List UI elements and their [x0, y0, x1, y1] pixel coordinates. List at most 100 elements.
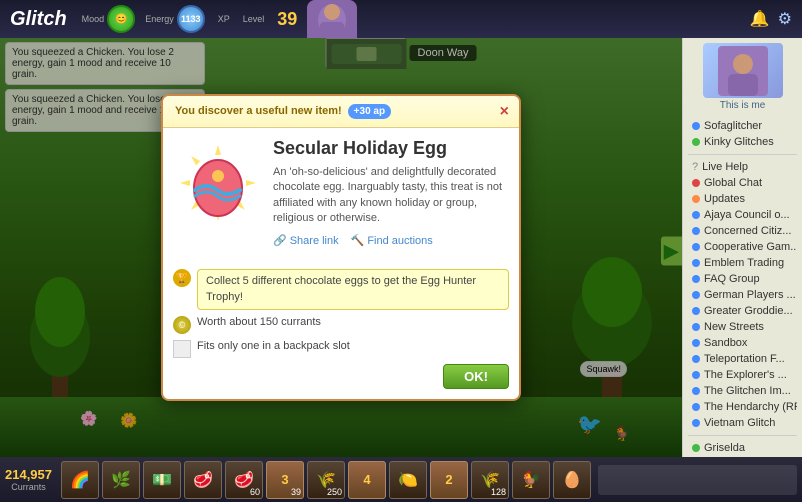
hendarchy-label: The Hendarchy (RP) [704, 401, 797, 413]
dot-german [692, 291, 700, 299]
inventory-slot-8[interactable]: 🍋 [389, 461, 427, 499]
app-logo[interactable]: Glitch [0, 8, 77, 31]
inventory-slot-11[interactable]: 🐓 [512, 461, 550, 499]
currency-label: Currants [5, 482, 52, 492]
inventory-slot-10[interactable]: 🌾 128 [471, 461, 509, 499]
item-discovery-modal: You discover a useful new item! +30 ap × [161, 94, 521, 401]
sidebar-item-faq[interactable]: FAQ Group [688, 271, 797, 287]
trophy-text: Collect 5 different chocolate eggs to ge… [197, 269, 509, 310]
sidebar-item-griselda[interactable]: Griselda [688, 440, 797, 456]
sidebar-item-glitchen[interactable]: The Glitchen Im... [688, 383, 797, 399]
sidebar-divider-1 [688, 154, 797, 155]
vietnam-label: Vietnam Glitch [704, 417, 775, 429]
mood-stat: Mood 😊 [82, 5, 136, 33]
find-auctions-button[interactable]: 🔨 Find auctions [351, 234, 433, 247]
avatar-svg [718, 46, 768, 96]
modal-footer: 🏆 Collect 5 different chocolate eggs to … [163, 263, 519, 399]
slot-icon-1: 🌿 [111, 470, 131, 490]
bottombar: 214,957 Currants 🌈 🌿 💵 🥩 🥩 60 3 39 🌾 250… [0, 457, 802, 502]
dot-sofaglitcher [692, 122, 700, 130]
sidebar-item-vietnam[interactable]: Vietnam Glitch [688, 415, 797, 431]
sidebar-item-german[interactable]: German Players ... [688, 287, 797, 303]
share-links: 🔗 Share link 🔨 Find auctions [273, 234, 509, 247]
modal-header: You discover a useful new item! +30 ap [163, 96, 519, 128]
explorer-label: The Explorer's ... [704, 369, 787, 381]
notification-icon[interactable]: 🔔 [750, 9, 770, 29]
sidebar-item-kinky-glitches[interactable]: Kinky Glitches [688, 134, 797, 150]
dot-teleportation [692, 355, 700, 363]
sidebar-item-concerned[interactable]: Concerned Citiz... [688, 223, 797, 239]
sidebar-item-sofaglitcher[interactable]: Sofaglitcher [688, 118, 797, 134]
dot-updates [692, 195, 700, 203]
sidebar-item-global-chat[interactable]: Global Chat [688, 175, 797, 191]
level-value: 39 [277, 9, 297, 30]
dot-emblem [692, 259, 700, 267]
energy-value: 1133 [181, 14, 201, 24]
auction-icon: 🔨 [351, 234, 365, 247]
discovery-text: You discover a useful new item! [175, 105, 342, 117]
inventory-slot-7[interactable]: 4 [348, 461, 386, 499]
worth-row: © Worth about 150 currants [173, 316, 509, 334]
share-link-button[interactable]: 🔗 Share link [273, 234, 339, 247]
egg-image [173, 138, 263, 228]
inventory-slot-4[interactable]: 🥩 60 [225, 461, 263, 499]
inventory-slot-12[interactable]: 🥚 [553, 461, 591, 499]
inventory-slot-3[interactable]: 🥩 [184, 461, 222, 499]
dot-kinky [692, 138, 700, 146]
xp-label: XP [218, 14, 230, 24]
slot-icon-0: 🌈 [70, 470, 90, 490]
dot-global [692, 179, 700, 187]
mood-label: Mood [82, 14, 105, 24]
fits-text: Fits only one in a backpack slot [197, 340, 350, 352]
dot-hendarchy [692, 403, 700, 411]
live-help-label: Live Help [702, 161, 748, 173]
mood-icon: 😊 [107, 5, 135, 33]
contacts-section: Sofaglitcher Kinky Glitches ? Live Help … [683, 116, 802, 502]
slot-count-6: 250 [327, 487, 342, 497]
sidebar-item-live-help[interactable]: ? Live Help [688, 159, 797, 175]
sidebar-item-hendarchy[interactable]: The Hendarchy (RP) [688, 399, 797, 415]
auctions-label: Find auctions [367, 235, 432, 247]
live-help-prefix: ? [692, 161, 698, 173]
topbar-right: 🔔 ⚙ [750, 9, 802, 29]
dot-sandbox [692, 339, 700, 347]
sidebar-item-updates[interactable]: Updates [688, 191, 797, 207]
inventory-scroll[interactable] [598, 465, 797, 495]
sidebar-item-cooperative[interactable]: Cooperative Gam... [688, 239, 797, 255]
dot-cooperative [692, 243, 700, 251]
egg-glow-svg [173, 138, 263, 228]
modal-close-button[interactable]: × [500, 104, 509, 120]
sidebar-item-teleportation[interactable]: Teleportation F... [688, 351, 797, 367]
dot-ajaya [692, 211, 700, 219]
sidebar-item-sandbox[interactable]: Sandbox [688, 335, 797, 351]
sidebar-item-greater[interactable]: Greater Groddie... [688, 303, 797, 319]
share-label: Share link [290, 235, 339, 247]
sidebar-item-explorer[interactable]: The Explorer's ... [688, 367, 797, 383]
inventory-slot-2[interactable]: 💵 [143, 461, 181, 499]
inventory-slot-0[interactable]: 🌈 [61, 461, 99, 499]
item-description: An 'oh-so-delicious' and delightfully de… [273, 165, 509, 227]
slot-icon-5: 3 [281, 472, 288, 487]
sidebar-item-ajaya[interactable]: Ajaya Council o... [688, 207, 797, 223]
coin-icon: © [173, 316, 191, 334]
kinky-glitches-label: Kinky Glitches [704, 136, 774, 148]
inventory-slot-9[interactable]: 2 [430, 461, 468, 499]
sidebar-avatar-area: This is me [683, 38, 802, 116]
player-avatar[interactable] [307, 0, 357, 38]
inventory-slot-5[interactable]: 3 39 [266, 461, 304, 499]
settings-icon[interactable]: ⚙ [778, 9, 792, 29]
sidebar-item-emblem[interactable]: Emblem Trading [688, 255, 797, 271]
dot-griselda [692, 444, 700, 452]
worth-text: Worth about 150 currants [197, 316, 321, 328]
inventory-slot-1[interactable]: 🌿 [102, 461, 140, 499]
slot-icon-11: 🐓 [521, 470, 541, 490]
ok-button[interactable]: OK! [443, 364, 509, 389]
inventory-slot-6[interactable]: 🌾 250 [307, 461, 345, 499]
sidebar-item-new-streets[interactable]: New Streets [688, 319, 797, 335]
currency-amount: 214,957 [5, 467, 52, 482]
slot-icon-9: 2 [445, 472, 452, 487]
slot-icon-8: 🍋 [398, 470, 418, 490]
checkbox-icon [173, 340, 191, 358]
dot-new-streets [692, 323, 700, 331]
sofaglitcher-label: Sofaglitcher [704, 120, 762, 132]
